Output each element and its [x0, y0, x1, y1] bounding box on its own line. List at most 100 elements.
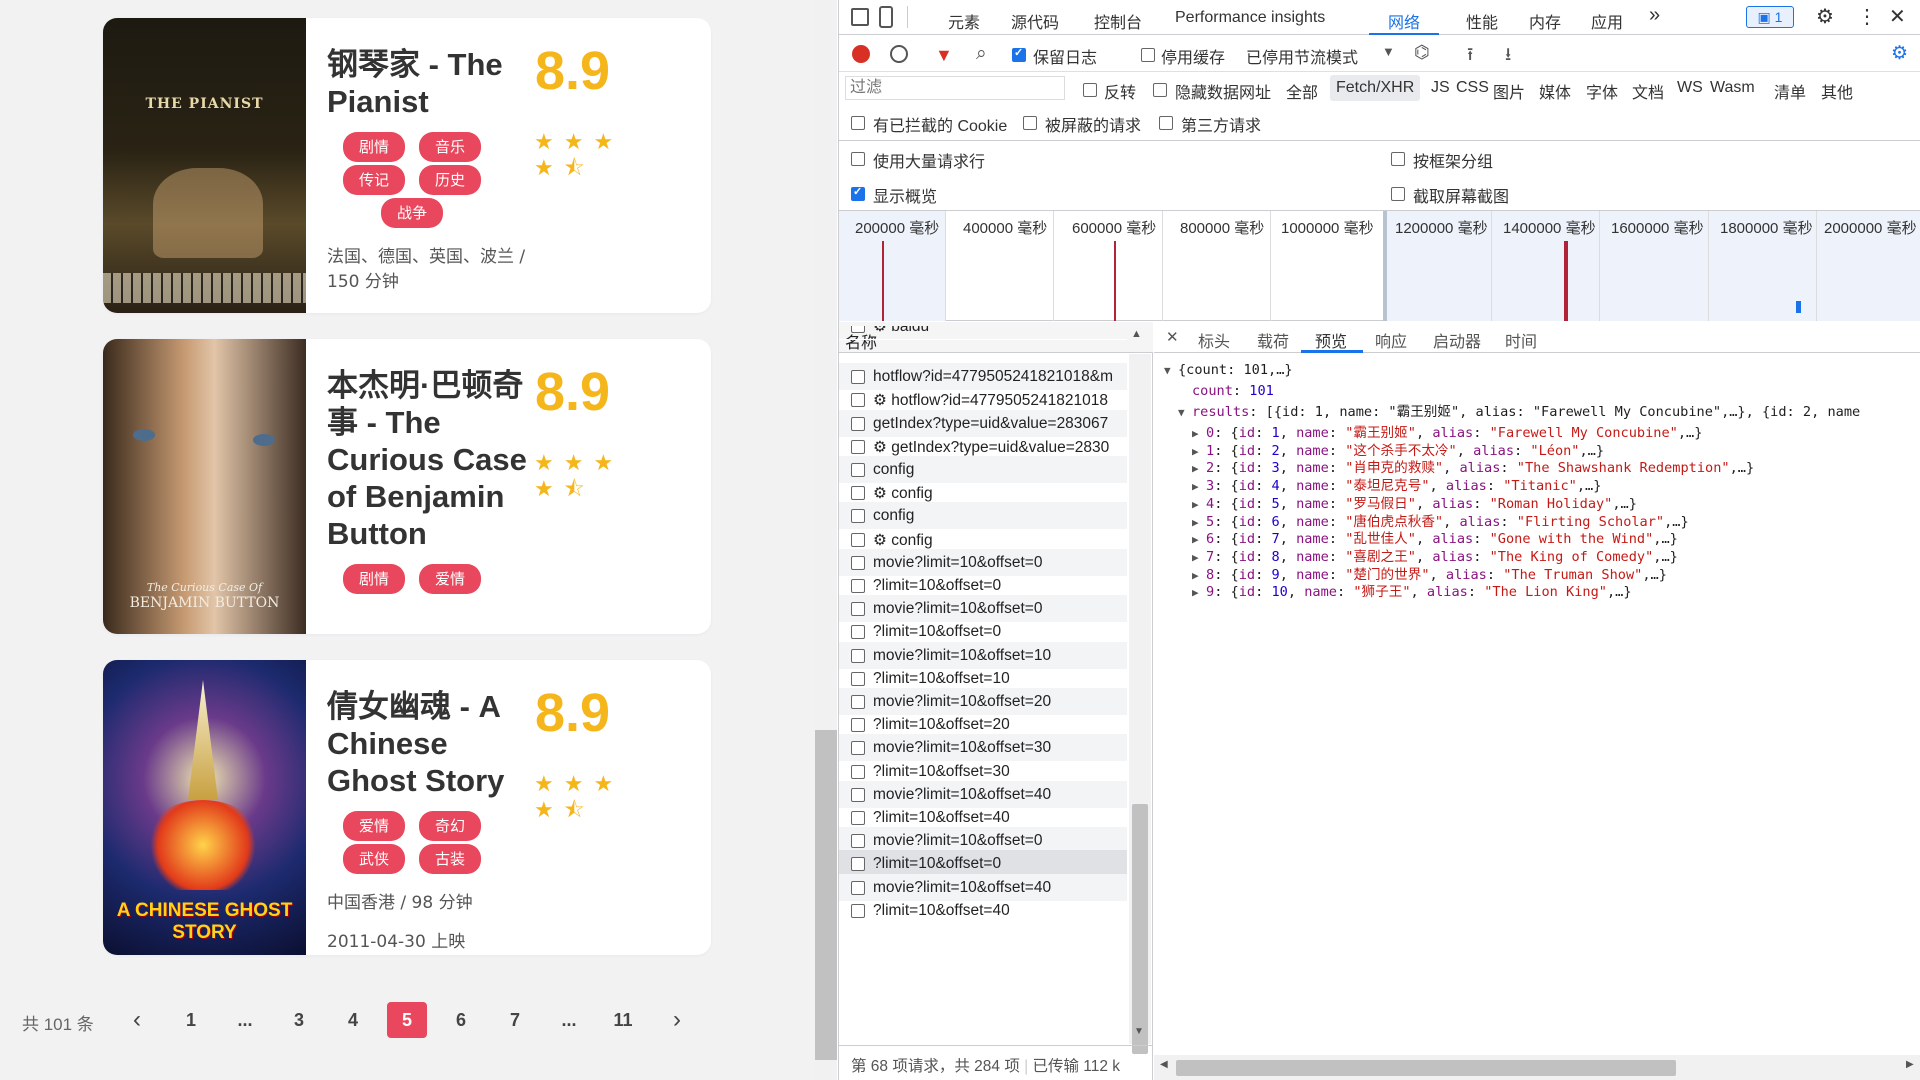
tab-console[interactable]: 控制台: [1094, 9, 1142, 33]
request-row[interactable]: ?limit=10&offset=40: [839, 897, 1127, 925]
network-conditions-icon[interactable]: ⌬: [1414, 42, 1430, 63]
inspect-element-icon[interactable]: [851, 8, 869, 26]
scrollbar-thumb[interactable]: [1176, 1060, 1676, 1076]
capture-screenshots-checkbox[interactable]: [1391, 185, 1405, 201]
request-row-checkbox[interactable]: [851, 718, 865, 733]
movie-title[interactable]: 钢琴家 - The Pianist: [327, 46, 532, 120]
tab-response[interactable]: 响应: [1375, 328, 1407, 352]
throttle-select[interactable]: 已停用节流模式: [1246, 44, 1358, 68]
blocked-requests-checkbox[interactable]: [1023, 114, 1037, 130]
preserve-log-checkbox[interactable]: [1012, 46, 1026, 62]
tab-initiator[interactable]: 启动器: [1433, 328, 1481, 352]
request-row-checkbox[interactable]: [851, 625, 865, 640]
page-button[interactable]: 7: [495, 1002, 535, 1038]
tab-payload[interactable]: 载荷: [1257, 328, 1289, 352]
expand-triangle-icon[interactable]: ▼: [1164, 360, 1178, 381]
settings-gear-icon[interactable]: ⚙: [1816, 4, 1834, 29]
request-row-checkbox[interactable]: [851, 857, 865, 872]
big-rows-checkbox[interactable]: [851, 150, 865, 166]
hide-data-urls-checkbox[interactable]: [1153, 81, 1167, 97]
movie-poster[interactable]: A CHINESE GHOST STORY: [103, 660, 306, 955]
type-filter-js[interactable]: JS: [1431, 79, 1450, 97]
request-row-checkbox[interactable]: [851, 671, 865, 686]
type-filter-ws[interactable]: WS: [1677, 79, 1703, 97]
request-row-checkbox[interactable]: [851, 695, 865, 709]
type-filter-other[interactable]: 其他: [1821, 79, 1853, 103]
movie-poster[interactable]: THE PIANIST: [103, 18, 306, 313]
search-icon[interactable]: ⌕: [976, 43, 987, 65]
tab-timing[interactable]: 时间: [1505, 328, 1537, 352]
request-row-checkbox[interactable]: [851, 648, 865, 663]
page-button[interactable]: 11: [603, 1002, 643, 1038]
request-row-checkbox[interactable]: [851, 439, 865, 454]
network-settings-icon[interactable]: ⚙: [1891, 42, 1908, 65]
close-devtools-icon[interactable]: ✕: [1889, 4, 1906, 29]
close-detail-icon[interactable]: ✕: [1166, 328, 1179, 346]
preview-horizontal-scrollbar[interactable]: ◀ ▶: [1154, 1055, 1920, 1080]
movie-card[interactable]: The Curious Case Of BENJAMIN BUTTON 本杰明·…: [103, 339, 711, 634]
export-har-icon[interactable]: ⭳: [1505, 42, 1511, 72]
tab-sources[interactable]: 源代码: [1011, 9, 1059, 33]
issues-badge[interactable]: ▣ 1: [1746, 6, 1794, 28]
type-filter-media[interactable]: 媒体: [1539, 79, 1571, 103]
show-overview-checkbox[interactable]: [851, 185, 865, 201]
request-row-checkbox[interactable]: [851, 463, 865, 477]
more-tabs-icon[interactable]: »: [1649, 4, 1660, 27]
scroll-down-icon[interactable]: ▼: [1134, 1026, 1144, 1037]
page-ellipsis[interactable]: ...: [549, 1002, 589, 1038]
tab-headers[interactable]: 标头: [1198, 328, 1230, 352]
filter-icon[interactable]: ▼: [935, 45, 953, 66]
tab-memory[interactable]: 内存: [1529, 9, 1561, 33]
type-filter-manifest[interactable]: 清单: [1774, 79, 1806, 103]
chevron-down-icon[interactable]: ▼: [1382, 44, 1395, 59]
scrollbar-thumb[interactable]: [815, 730, 837, 1060]
prev-page-button[interactable]: ‹: [117, 1002, 157, 1038]
device-toolbar-icon[interactable]: [879, 6, 893, 28]
page-button[interactable]: 1: [171, 1002, 211, 1038]
invert-checkbox[interactable]: [1083, 81, 1097, 97]
movie-poster[interactable]: The Curious Case Of BENJAMIN BUTTON: [103, 339, 306, 634]
request-row-checkbox[interactable]: [851, 602, 865, 617]
request-row-checkbox[interactable]: [851, 416, 865, 431]
request-row-checkbox[interactable]: [851, 509, 865, 524]
page-button[interactable]: 6: [441, 1002, 481, 1038]
movie-card[interactable]: A CHINESE GHOST STORY 倩女幽魂 - A Chinese G…: [103, 660, 711, 955]
request-row-checkbox[interactable]: [851, 903, 865, 918]
request-row-checkbox[interactable]: [851, 555, 865, 570]
json-result-item[interactable]: ▶ 9: {id: 10, name: "狮子王", alias: "The Li…: [1192, 582, 1632, 603]
blocked-cookies-checkbox[interactable]: [851, 114, 865, 130]
tab-preview[interactable]: 预览: [1315, 328, 1347, 352]
network-overview[interactable]: 200000 毫秒 400000 毫秒 600000 毫秒 800000 毫秒 …: [839, 210, 1920, 321]
movie-title[interactable]: 倩女幽魂 - A Chinese Ghost Story: [327, 688, 532, 799]
json-results-row[interactable]: ▼ results: [{id: 1, name: "霸王别姬", alias: …: [1178, 402, 1860, 423]
json-root[interactable]: ▼ {count: 101,…}: [1164, 360, 1293, 381]
request-row-checkbox[interactable]: [851, 532, 865, 547]
third-party-checkbox[interactable]: [1159, 114, 1173, 130]
next-page-button[interactable]: ›: [657, 1002, 697, 1038]
page-ellipsis[interactable]: ...: [225, 1002, 265, 1038]
type-filter-font[interactable]: 字体: [1586, 79, 1618, 103]
scrollbar-thumb[interactable]: [1132, 804, 1148, 1054]
record-icon[interactable]: [852, 45, 870, 63]
request-row-checkbox[interactable]: [851, 787, 865, 802]
filter-input[interactable]: [845, 76, 1065, 100]
request-row-checkbox[interactable]: [851, 579, 865, 593]
request-row-checkbox[interactable]: [851, 370, 865, 385]
movie-title[interactable]: 本杰明·巴顿奇事 - The Curious Case of Benjamin …: [327, 367, 532, 552]
page-button[interactable]: 3: [279, 1002, 319, 1038]
expand-triangle-icon[interactable]: ▼: [1178, 402, 1192, 423]
request-row-checkbox[interactable]: [851, 880, 865, 895]
request-row-checkbox[interactable]: [851, 741, 865, 756]
group-by-frame-checkbox[interactable]: [1391, 150, 1405, 166]
movie-card[interactable]: THE PIANIST 钢琴家 - The Pianist 剧情 音乐 传记 历…: [103, 18, 711, 313]
request-row-checkbox[interactable]: [851, 486, 865, 501]
type-filter-all[interactable]: 全部: [1286, 79, 1318, 103]
scroll-right-icon[interactable]: ▶: [1906, 1059, 1914, 1070]
request-row-checkbox[interactable]: [851, 764, 865, 779]
type-filter-doc[interactable]: 文档: [1632, 79, 1664, 103]
type-filter-img[interactable]: 图片: [1493, 79, 1525, 103]
request-list-scrollbar[interactable]: ▼: [1129, 354, 1151, 1054]
import-har-icon[interactable]: ⭱: [1467, 42, 1473, 72]
disable-cache-checkbox[interactable]: [1141, 46, 1155, 62]
type-filter-css[interactable]: CSS: [1456, 79, 1489, 97]
